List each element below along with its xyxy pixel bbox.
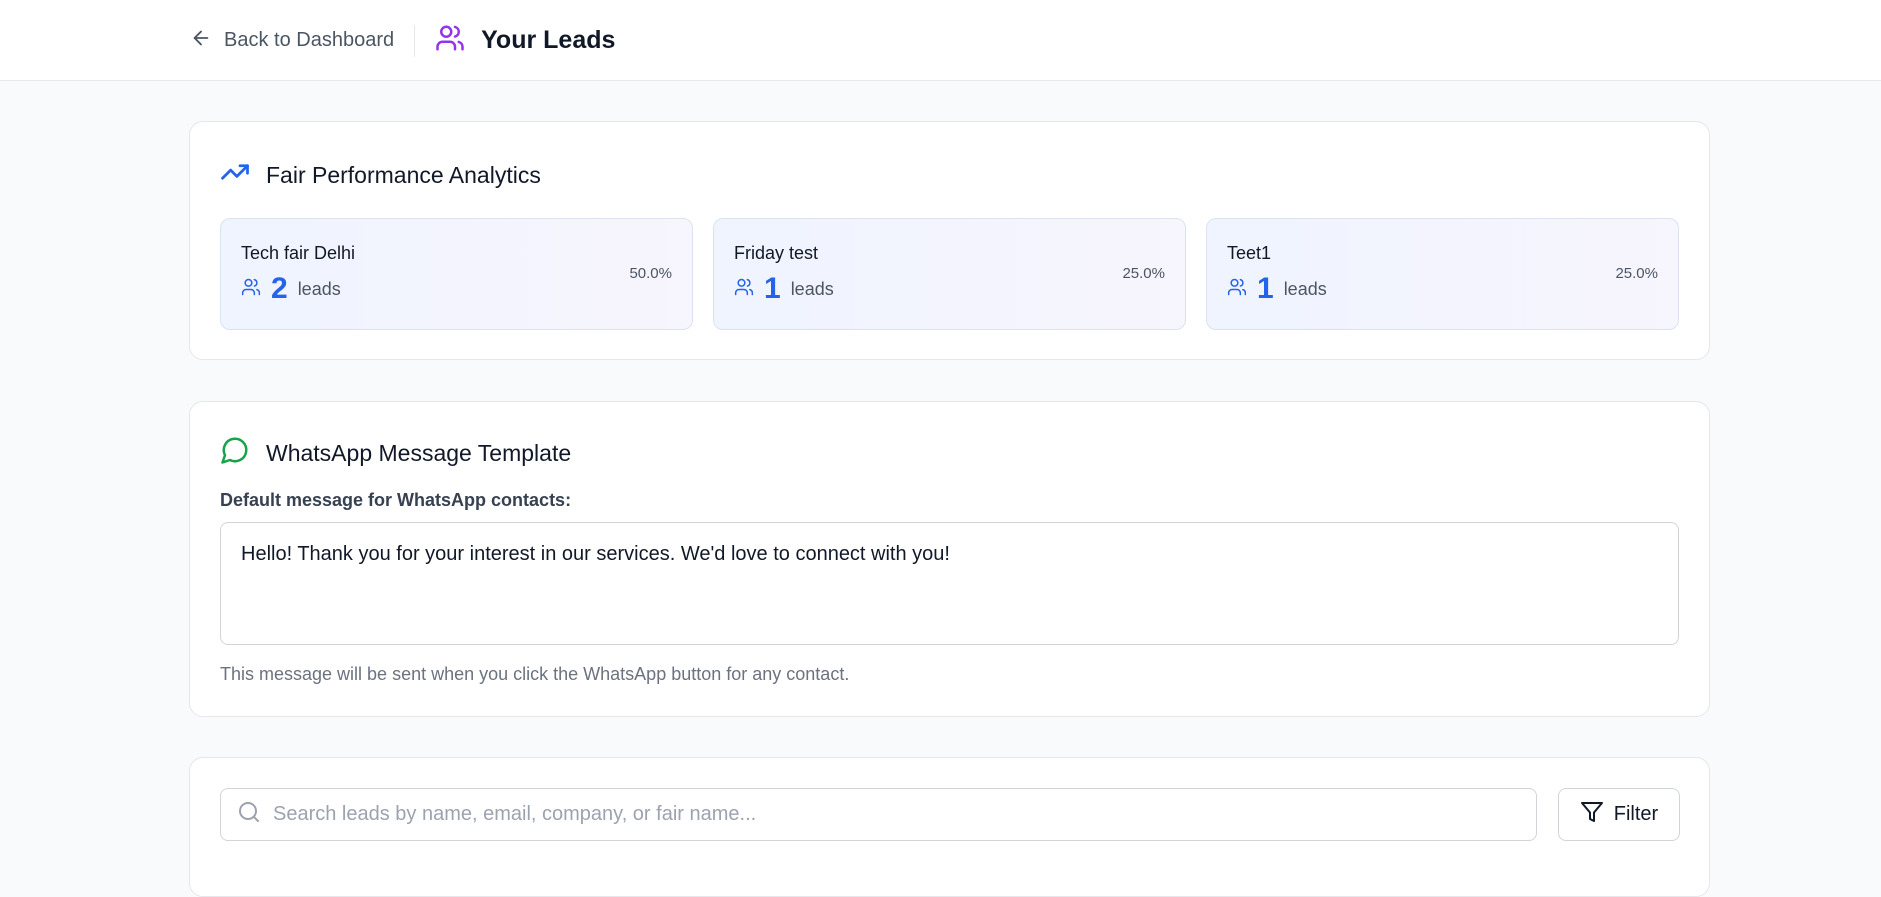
fair-lead-count: 2 leads: [241, 274, 341, 304]
fair-lead-count: 1 leads: [734, 274, 834, 304]
whatsapp-title: WhatsApp Message Template: [266, 439, 572, 466]
filter-button[interactable]: Filter: [1558, 788, 1680, 841]
search-input[interactable]: [273, 789, 1536, 840]
fair-name: Friday test: [734, 243, 819, 263]
users-icon: [734, 277, 754, 302]
back-to-dashboard-link[interactable]: Back to Dashboard: [190, 27, 394, 55]
header-bar: Back to Dashboard Your Leads: [190, 0, 615, 81]
analytics-section-title: Fair Performance Analytics: [220, 157, 541, 193]
users-icon: [435, 23, 465, 58]
arrow-left-icon: [190, 27, 212, 55]
message-helper-text: This message will be sent when you click…: [220, 664, 850, 684]
top-header: Back to Dashboard Your Leads: [0, 0, 1881, 81]
page-title-group: Your Leads: [435, 23, 615, 58]
fair-card-friday-test[interactable]: Friday test 1 leads 25.0%: [713, 218, 1186, 330]
fair-lead-count: 1 leads: [1227, 274, 1327, 304]
filter-icon: [1580, 800, 1604, 830]
fair-list: Tech fair Delhi 2 leads 50.0% Friday tes…: [220, 218, 1679, 330]
search-field[interactable]: [220, 788, 1537, 841]
fair-name: Teet1: [1227, 243, 1272, 263]
whatsapp-section-title: WhatsApp Message Template: [220, 435, 571, 471]
lead-count-unit: leads: [297, 278, 341, 299]
lead-count-value: 1: [764, 272, 781, 305]
fair-percentage: 50.0%: [629, 265, 672, 282]
users-icon: [1227, 277, 1247, 302]
trending-up-icon: [220, 157, 250, 193]
users-icon: [241, 277, 261, 302]
fair-name: Tech fair Delhi: [241, 243, 356, 263]
filter-button-label: Filter: [1613, 803, 1659, 825]
whatsapp-message-textarea[interactable]: Hello! Thank you for your interest in ou…: [220, 522, 1679, 645]
message-circle-icon: [220, 435, 250, 471]
fair-analytics-card: Fair Performance Analytics Tech fair Del…: [189, 121, 1710, 360]
search-icon: [237, 800, 261, 829]
lead-count-unit: leads: [790, 278, 834, 299]
header-divider: [414, 24, 416, 57]
back-link-label: Back to Dashboard: [224, 29, 395, 51]
message-field-label: Default message for WhatsApp contacts:: [220, 490, 572, 510]
whatsapp-template-card: WhatsApp Message Template Default messag…: [189, 401, 1710, 717]
lead-count-value: 2: [271, 272, 288, 305]
analytics-title: Fair Performance Analytics: [266, 161, 541, 188]
page-title: Your Leads: [481, 26, 616, 54]
fair-card-tech-fair-delhi[interactable]: Tech fair Delhi 2 leads 50.0%: [220, 218, 693, 330]
fair-card-teet1[interactable]: Teet1 1 leads 25.0%: [1206, 218, 1679, 330]
lead-count-unit: leads: [1283, 278, 1327, 299]
fair-percentage: 25.0%: [1615, 265, 1658, 282]
fair-percentage: 25.0%: [1122, 265, 1165, 282]
lead-count-value: 1: [1257, 272, 1274, 305]
leads-search-card: Filter: [189, 757, 1710, 897]
